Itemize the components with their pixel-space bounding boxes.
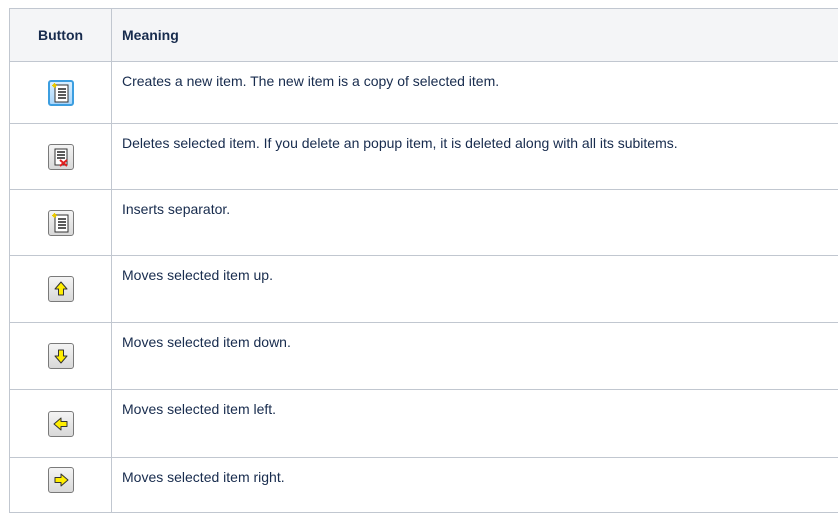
delete-item-button[interactable] <box>47 143 74 170</box>
meaning-cell: Inserts separator. <box>111 189 838 256</box>
insert-separator-icon <box>51 212 68 232</box>
button-cell <box>9 189 112 256</box>
meaning-cell: Creates a new item. The new item is a co… <box>111 61 838 124</box>
table-row: Moves selected item right. <box>9 457 838 513</box>
new-item-icon <box>51 82 68 102</box>
arrow-left-icon <box>53 417 67 430</box>
table-row: Moves selected item up. <box>9 255 838 323</box>
move-down-button[interactable] <box>47 343 74 369</box>
column-header-button: Button <box>9 8 112 62</box>
arrow-up-icon <box>54 281 67 296</box>
arrow-down-icon <box>54 349 67 364</box>
move-right-button[interactable] <box>47 467 74 493</box>
button-cell <box>9 61 112 124</box>
button-reference-table: Button Meaning Creates a new item. The n… <box>9 8 838 513</box>
meaning-cell: Moves selected item up. <box>111 255 838 323</box>
table-row: Deletes selected item. If you delete an … <box>9 123 838 190</box>
button-cell <box>9 322 112 390</box>
column-header-meaning: Meaning <box>111 8 838 62</box>
delete-item-icon <box>54 148 68 167</box>
meaning-cell: Deletes selected item. If you delete an … <box>111 123 838 190</box>
move-up-button[interactable] <box>47 276 74 302</box>
table-row: Moves selected item left. <box>9 389 838 458</box>
meaning-cell: Moves selected item down. <box>111 322 838 390</box>
meaning-cell: Moves selected item left. <box>111 389 838 458</box>
table-row: Inserts separator. <box>9 189 838 256</box>
move-left-button[interactable] <box>47 410 74 437</box>
arrow-right-icon <box>54 473 68 487</box>
button-cell <box>9 457 112 513</box>
button-cell <box>9 123 112 190</box>
insert-separator-button[interactable] <box>47 209 74 236</box>
table-row: Creates a new item. The new item is a co… <box>9 61 838 124</box>
button-reference-table-wrapper: Button Meaning Creates a new item. The n… <box>9 8 838 513</box>
table-row: Moves selected item down. <box>9 322 838 390</box>
table-header-row: Button Meaning <box>9 8 838 62</box>
meaning-cell: Moves selected item right. <box>111 457 838 513</box>
button-cell <box>9 389 112 458</box>
button-cell <box>9 255 112 323</box>
new-item-button[interactable] <box>47 79 74 106</box>
